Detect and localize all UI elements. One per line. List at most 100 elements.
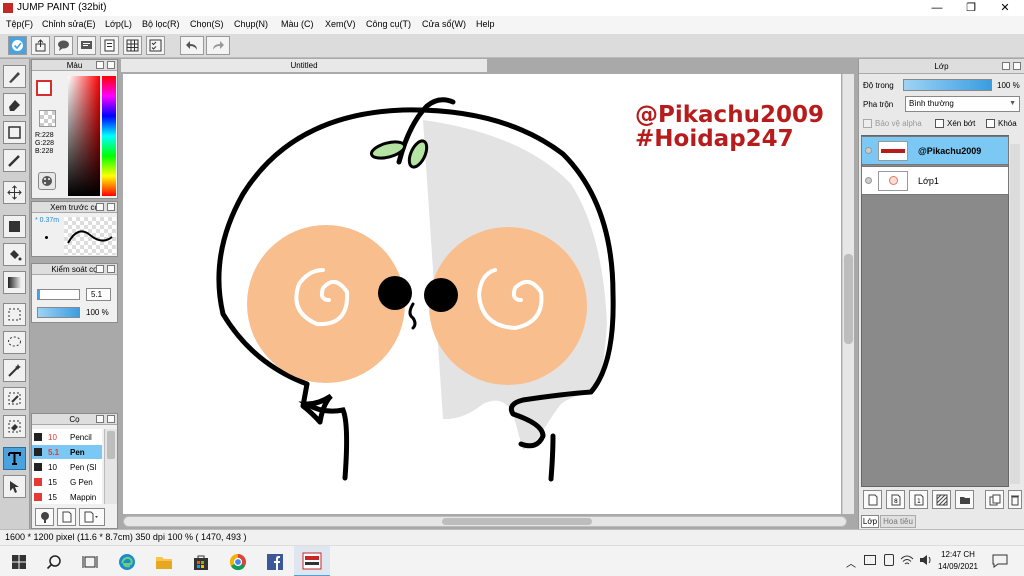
protect-alpha-checkbox[interactable]: Bảo vệ alpha xyxy=(863,119,922,128)
brush-item-selected[interactable]: 5.1 Pen xyxy=(32,445,102,459)
menu-window[interactable]: Cửa sổ(W) xyxy=(422,19,466,29)
clock[interactable]: 12:47 CH 14/09/2021 xyxy=(936,549,980,573)
drawing-canvas[interactable]: @Pikachu2009 #Hoidap247 xyxy=(123,74,841,514)
new-layer-button[interactable] xyxy=(863,490,882,509)
foreground-color-swatch[interactable] xyxy=(36,80,52,96)
menu-tools[interactable]: Công cụ(T) xyxy=(366,19,411,29)
layer-opacity-slider[interactable] xyxy=(903,79,992,91)
fill-rect-tool[interactable] xyxy=(3,215,26,238)
rect-select-tool[interactable] xyxy=(3,303,26,326)
brush-item[interactable]: 15 Mappin xyxy=(32,490,102,504)
settings-list-button[interactable] xyxy=(146,36,165,55)
saturation-value-picker[interactable] xyxy=(68,76,100,196)
brush-item[interactable]: 15 G Pen xyxy=(32,475,102,489)
brush-menu-button[interactable] xyxy=(79,508,105,526)
battery-icon[interactable] xyxy=(864,555,876,565)
brush-item[interactable]: 10 Pencil xyxy=(32,430,102,444)
layer-list-scrollbar[interactable] xyxy=(1010,144,1020,484)
duplicate-layer-button[interactable] xyxy=(985,490,1004,509)
undo-button[interactable] xyxy=(180,36,204,55)
tab-pattern[interactable]: Hoa tiêu xyxy=(880,515,916,528)
minimize-button[interactable]: — xyxy=(920,0,954,16)
menu-filter[interactable]: Bộ lọc(R) xyxy=(142,19,180,29)
scrollbar-thumb[interactable] xyxy=(442,518,592,525)
new-layer-1bit-button[interactable]: 1 xyxy=(909,490,928,509)
hue-slider[interactable] xyxy=(102,76,116,196)
comment-button[interactable] xyxy=(54,36,73,55)
new-folder-button[interactable] xyxy=(955,490,974,509)
chrome-button[interactable] xyxy=(228,552,248,572)
device-icon[interactable] xyxy=(884,554,894,566)
clipping-checkbox[interactable]: Xén bớt xyxy=(935,119,975,128)
menu-file[interactable]: Tệp(F) xyxy=(6,19,33,29)
brush-list-scrollbar[interactable] xyxy=(104,429,117,504)
app-logo-button[interactable] xyxy=(8,36,27,55)
document-tab[interactable]: Untitled xyxy=(120,58,488,73)
brush-size-input[interactable]: 5.1 xyxy=(86,288,111,301)
brush-opacity-slider[interactable] xyxy=(37,307,80,318)
select-pen-tool[interactable] xyxy=(3,387,26,410)
notification-icon[interactable] xyxy=(992,554,1008,568)
layer-row[interactable]: Lớp1 xyxy=(861,166,1009,195)
color-palette-button[interactable] xyxy=(38,172,56,190)
start-button[interactable] xyxy=(9,552,29,572)
edge-browser-button[interactable] xyxy=(117,552,137,572)
wifi-icon[interactable] xyxy=(900,554,914,566)
chevron-up-icon[interactable]: ︿ xyxy=(846,555,856,570)
delete-layer-button[interactable] xyxy=(1008,490,1022,509)
menu-edit[interactable]: Chỉnh sửa(E) xyxy=(42,19,96,29)
search-button[interactable] xyxy=(44,552,64,572)
scrollbar-thumb[interactable] xyxy=(107,431,115,459)
select-eraser-tool[interactable] xyxy=(3,415,26,438)
line-tool[interactable] xyxy=(3,149,26,172)
panel-float-button[interactable] xyxy=(96,265,104,273)
restore-button[interactable]: ❐ xyxy=(954,0,988,16)
eraser-tool[interactable] xyxy=(3,93,26,116)
menu-view[interactable]: Xem(V) xyxy=(325,19,356,29)
task-view-button[interactable] xyxy=(80,552,100,572)
panel-close-button[interactable] xyxy=(107,61,115,69)
facebook-button[interactable] xyxy=(265,552,285,572)
panel-float-button[interactable] xyxy=(96,415,104,423)
layer-row-selected[interactable]: @Pikachu2009 xyxy=(861,136,1009,165)
blend-mode-select[interactable]: Bình thường ▼ xyxy=(905,96,1020,112)
panel-close-button[interactable] xyxy=(107,203,115,211)
panel-close-button[interactable] xyxy=(107,265,115,273)
lock-checkbox[interactable]: Khóa xyxy=(986,119,1017,128)
rectangle-tool[interactable] xyxy=(3,121,26,144)
menu-capture[interactable]: Chụp(N) xyxy=(234,19,268,29)
panel-close-button[interactable] xyxy=(1013,62,1021,70)
scrollbar-thumb[interactable] xyxy=(844,254,853,344)
gradient-tool[interactable] xyxy=(3,271,26,294)
brush-item[interactable]: 10 Pen (Sl xyxy=(32,460,102,474)
close-button[interactable]: ✕ xyxy=(988,0,1022,16)
document-button[interactable] xyxy=(100,36,119,55)
tab-layer[interactable]: Lớp xyxy=(861,515,879,528)
operation-tool[interactable] xyxy=(3,475,26,498)
volume-icon[interactable] xyxy=(919,554,933,566)
grid-button[interactable] xyxy=(123,36,142,55)
menu-select[interactable]: Chọn(S) xyxy=(190,19,224,29)
jump-paint-taskbar-button[interactable] xyxy=(294,546,330,576)
brush-size-slider[interactable] xyxy=(37,289,80,300)
text-tool[interactable] xyxy=(3,447,26,470)
halftone-layer-button[interactable] xyxy=(932,490,951,509)
brush-settings-button[interactable] xyxy=(35,508,54,526)
new-layer-8bit-button[interactable]: 8 xyxy=(886,490,905,509)
magic-wand-tool[interactable] xyxy=(3,359,26,382)
menu-help[interactable]: Help xyxy=(476,19,495,29)
file-explorer-button[interactable] xyxy=(154,552,174,572)
canvas-vertical-scrollbar[interactable] xyxy=(842,74,854,514)
canvas-horizontal-scrollbar[interactable] xyxy=(123,516,847,527)
message-button[interactable] xyxy=(77,36,96,55)
layer-visibility-icon[interactable] xyxy=(865,147,872,154)
menu-layer[interactable]: Lớp(L) xyxy=(105,19,132,29)
layer-visibility-icon[interactable] xyxy=(865,177,872,184)
new-brush-button[interactable] xyxy=(57,508,76,526)
panel-float-button[interactable] xyxy=(96,203,104,211)
panel-close-button[interactable] xyxy=(107,415,115,423)
panel-float-button[interactable] xyxy=(1002,62,1010,70)
menu-color[interactable]: Màu (C) xyxy=(281,19,314,29)
move-tool[interactable] xyxy=(3,181,26,204)
transparent-color-swatch[interactable] xyxy=(39,110,56,127)
